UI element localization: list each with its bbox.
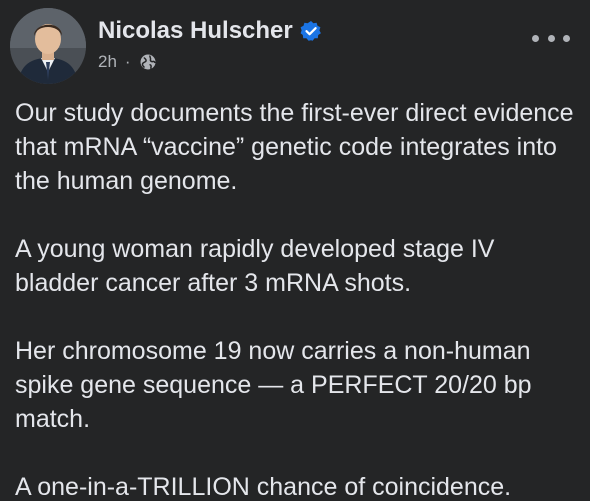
verified-badge-icon — [300, 20, 322, 42]
meta-separator: · — [124, 52, 131, 71]
post-card: Nicolas Hulscher 2h · Our study document… — [0, 0, 590, 501]
more-dot — [532, 34, 539, 42]
post-meta: 2h · — [98, 52, 322, 72]
post-paragraph: A one-in-a-TRILLION chance of coincidenc… — [15, 473, 512, 501]
author-row: Nicolas Hulscher — [98, 16, 322, 46]
post-paragraph: Her chromosome 19 now carries a non-huma… — [15, 337, 532, 433]
post-paragraph: A young woman rapidly developed stage IV… — [15, 235, 495, 297]
author-block: Nicolas Hulscher 2h · — [98, 16, 322, 72]
post-paragraph: Our study documents the first-ever direc… — [15, 99, 574, 195]
more-dot — [563, 34, 570, 42]
more-dot — [547, 34, 555, 42]
post-timestamp[interactable]: 2h — [98, 52, 117, 72]
more-options-button[interactable] — [532, 26, 570, 50]
avatar[interactable] — [10, 8, 86, 84]
author-name[interactable]: Nicolas Hulscher — [98, 17, 293, 45]
post-header: Nicolas Hulscher 2h · — [10, 8, 580, 84]
avatar-image — [10, 8, 86, 84]
globe-icon[interactable] — [139, 53, 157, 71]
post-body: Our study documents the first-ever direc… — [15, 96, 580, 501]
